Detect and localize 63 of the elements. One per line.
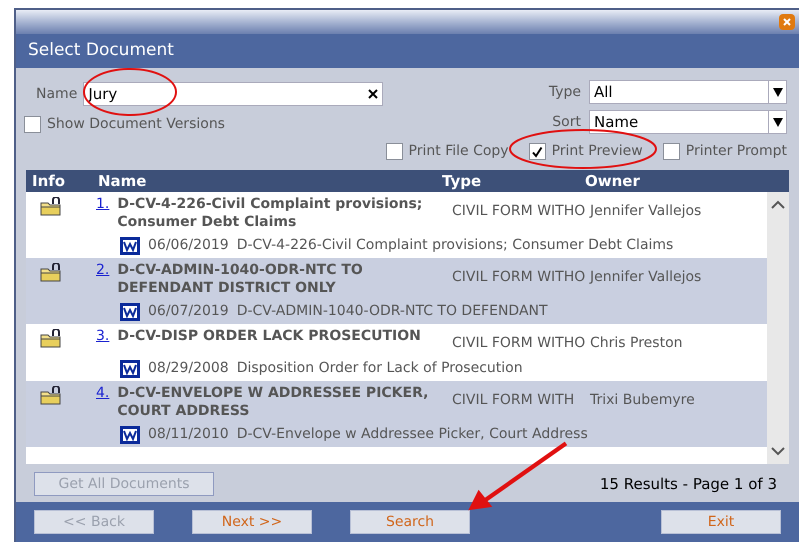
dropdown[interactable]: Name <box>589 110 787 134</box>
checkbox[interactable] <box>528 143 546 160</box>
checkbox[interactable] <box>662 143 680 160</box>
folder-lock-icon <box>40 197 62 217</box>
close-button[interactable] <box>779 14 795 30</box>
scroll-up-icon <box>771 200 785 209</box>
row-number-link[interactable]: 3. <box>96 327 110 345</box>
field-label: Sort <box>551 112 581 132</box>
results-count: 15 Results - Page 1 of 3 <box>600 474 778 495</box>
column-header: Name <box>97 170 148 192</box>
table-row[interactable]: 2. D-CV-ADMIN-1040-ODR-NTC TO DEFENDANT DISTRICT ONLY CIVIL FORM WITHO Jennifer Vallejos 06/07/2019 D-CV-ADMIN-1040-ODR-NTC TO DEFENDANT <box>26 258 767 324</box>
row-number-link[interactable]: 4. <box>96 384 110 420</box>
column-header: Owner <box>585 170 640 192</box>
close-icon <box>783 18 791 26</box>
document-name: D-CV-DISP ORDER LACK PROSECUTION <box>117 327 421 345</box>
checkbox-label: Print Preview <box>552 142 643 161</box>
type-cell-text: CIVIL FORM WITHO <box>452 202 586 221</box>
scroll-down-icon <box>771 447 785 456</box>
word-document-icon <box>120 302 140 320</box>
type-cell-text: CIVIL FORM WITHO <box>452 268 586 287</box>
table-row[interactable]: 4. D-CV-ENVELOPE W ADDRESSEE PICKER, COURT ADDRESS CIVIL FORM WITH Trixi Bubemyre 08/11/2010 D-CV-Envelope w Addressee Picker, Court Address <box>26 381 767 447</box>
document-description: D-CV-ADMIN-1040-ODR-NTC TO DEFENDANT <box>236 302 548 321</box>
checkbox-label: Print File Copy <box>408 142 509 161</box>
type-cell-text: CIVIL FORM WITHO <box>452 334 586 353</box>
document-name: D-CV-ENVELOPE W ADDRESSEE PICKER, COURT ADDRESS <box>117 384 430 420</box>
scrollbar[interactable] <box>767 192 789 464</box>
document-date: 08/29/2008 <box>148 359 229 378</box>
folder-lock-icon <box>40 329 62 349</box>
owner-cell-text: Trixi Bubemyre <box>590 391 695 410</box>
document-name: D-CV-ADMIN-1040-ODR-NTC TO DEFENDANT DISTRICT ONLY <box>117 261 364 297</box>
document-date: 06/06/2019 <box>148 236 229 255</box>
field-label: Name <box>36 84 78 104</box>
owner-cell-text: Jennifer Vallejos <box>590 202 702 221</box>
name-field[interactable]: Jury <box>83 82 384 106</box>
dropdown-arrow-icon <box>772 118 782 126</box>
row-number-link[interactable]: 1. <box>96 195 110 231</box>
document-name: D-CV-4-226-Civil Complaint provisions; Consumer Debt Claims <box>117 195 424 231</box>
clear-icon <box>368 89 378 99</box>
document-date: 06/07/2019 <box>148 302 229 321</box>
owner-cell-text: Chris Preston <box>590 334 683 353</box>
checkbox[interactable] <box>386 143 403 160</box>
dropdown[interactable]: All <box>589 80 787 104</box>
row-number-link[interactable]: 2. <box>96 261 110 297</box>
column-header: Info <box>31 170 66 192</box>
document-description: D-CV-4-226-Civil Complaint provisions; Consumer Debt Claims <box>236 236 674 255</box>
checkbox-label: Show Document Versions <box>47 115 225 134</box>
word-document-icon <box>120 236 140 254</box>
checkmark-icon <box>531 146 544 158</box>
word-document-icon <box>120 426 140 444</box>
owner-cell-text: Jennifer Vallejos <box>590 268 702 287</box>
type-cell-text: CIVIL FORM WITH <box>452 391 576 410</box>
word-document-icon <box>120 360 140 378</box>
window-title: Select Document <box>28 39 174 62</box>
field-label: Type <box>548 82 581 102</box>
column-header: Type <box>442 170 482 192</box>
document-description: Disposition Order for Lack of Prosecution <box>236 359 523 378</box>
dropdown-arrow-icon <box>772 88 782 96</box>
checkbox-label: Printer Prompt <box>686 142 787 161</box>
folder-lock-icon <box>40 386 62 406</box>
checkbox[interactable] <box>24 116 41 133</box>
document-description: D-CV-Envelope w Addressee Picker, Court Address <box>236 425 588 444</box>
folder-lock-icon <box>40 263 62 283</box>
document-date: 08/11/2010 <box>148 425 229 444</box>
